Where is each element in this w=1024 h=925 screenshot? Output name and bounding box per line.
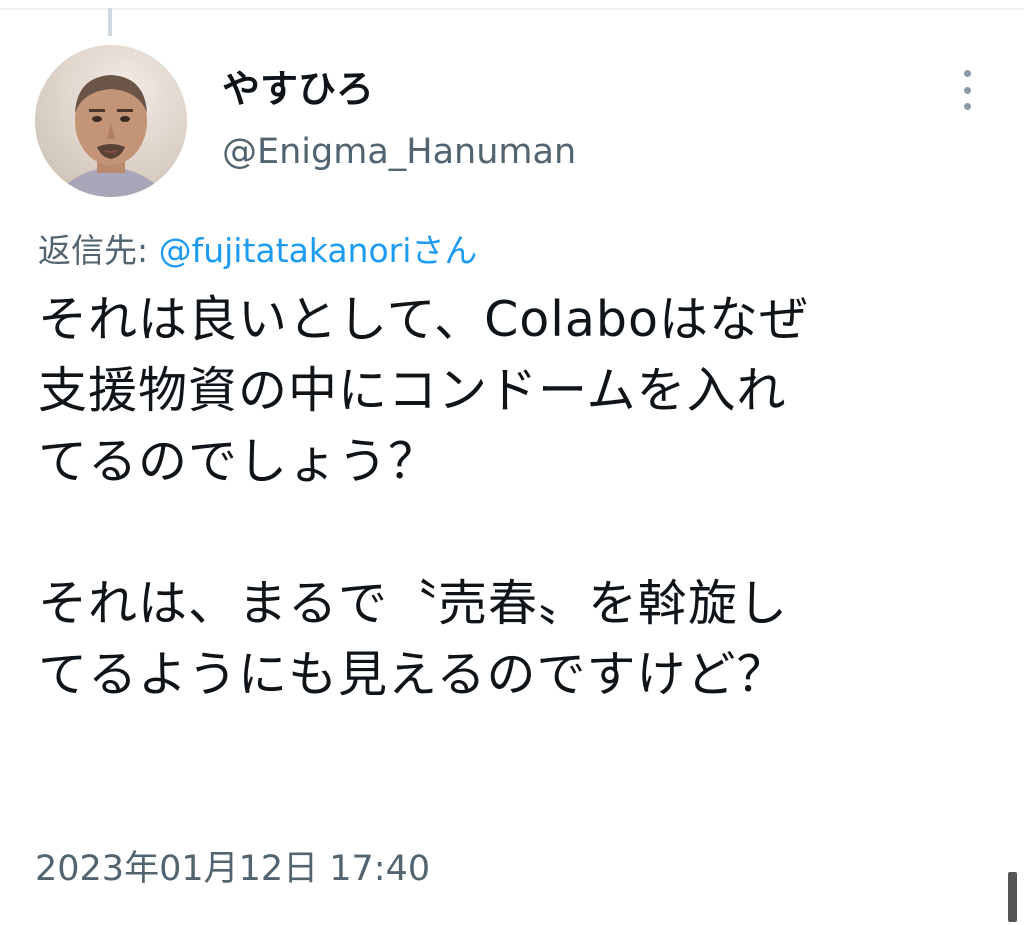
tweet-text: それは良いとして、Colaboはなぜ 支援物資の中にコンドームを入れ てるのでし… [38, 284, 1008, 710]
scrollbar[interactable] [1008, 872, 1017, 922]
avatar[interactable] [35, 45, 187, 197]
thread-connector-line [108, 8, 112, 36]
tweet-text-line: てるようにも見えるのですけど？ [38, 646, 787, 703]
more-vertical-icon [963, 70, 971, 77]
tweet-timestamp[interactable]: 2023年01月12日 17:40 [35, 845, 430, 893]
more-options-button[interactable] [952, 70, 982, 110]
reply-to-line: 返信先: @fujitatakanoriさん [38, 228, 477, 274]
tweet-text-line: 支援物資の中にコンドームを入れ [38, 362, 787, 419]
reply-to-mention-link[interactable]: @fujitatakanoriさん [159, 231, 478, 270]
tweet-text-line: それは良いとして、Colaboはなぜ [38, 291, 809, 348]
more-vertical-icon-dot [963, 86, 971, 94]
reply-to-prefix: 返信先: [38, 231, 159, 270]
user-handle[interactable]: @Enigma_Hanuman [222, 128, 576, 176]
tweet-text-line: それは、まるで〝売春〟を斡旋し [38, 575, 789, 632]
more-vertical-icon-dot [963, 103, 971, 110]
tweet-text-line: てるのでしょう？ [38, 433, 439, 490]
top-divider [0, 8, 1024, 10]
avatar-photo [35, 45, 187, 197]
display-name[interactable]: やすひろ [222, 64, 374, 114]
